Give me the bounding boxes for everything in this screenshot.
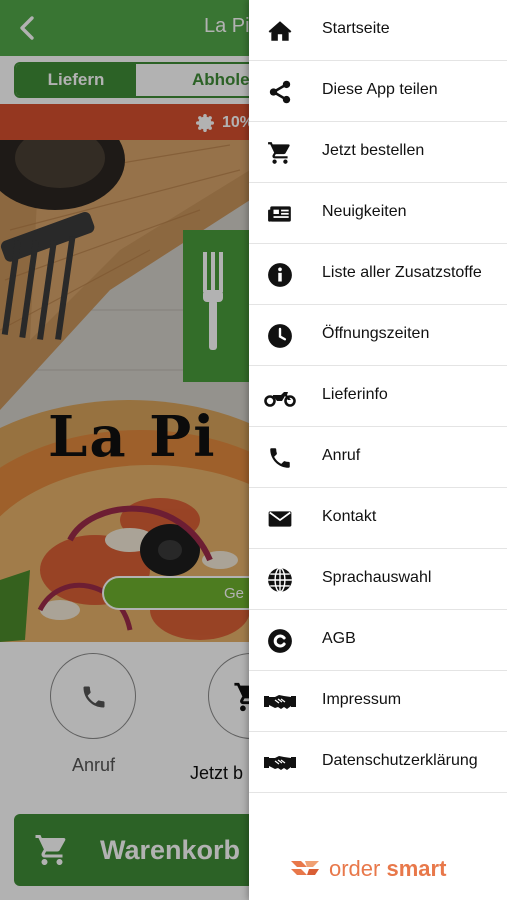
- side-drawer: Startseite Diese App teilen Jetzt bestel…: [249, 0, 507, 900]
- menu-label-privacy: Datenschutzerklärung: [322, 752, 478, 769]
- menu-item-contact[interactable]: Kontakt: [249, 488, 507, 549]
- share-icon: [267, 79, 293, 105]
- info-icon: [267, 262, 293, 288]
- ordersmart-logo-text: order smart: [329, 856, 446, 882]
- menu-item-news[interactable]: Neuigkeiten: [249, 183, 507, 244]
- menu-label-imprint: Impressum: [322, 691, 402, 708]
- menu-item-imprint[interactable]: Impressum: [249, 671, 507, 732]
- cart-icon: [267, 140, 293, 166]
- envelope-icon: [267, 506, 293, 532]
- handshake-icon: [264, 689, 296, 715]
- menu-item-startseite[interactable]: Startseite: [249, 0, 507, 61]
- menu-item-privacy[interactable]: Datenschutzerklärung: [249, 732, 507, 793]
- motorcycle-icon: [264, 384, 296, 410]
- menu-label-news: Neuigkeiten: [322, 203, 407, 220]
- menu-item-share-app[interactable]: Diese App teilen: [249, 61, 507, 122]
- menu-label-terms: AGB: [322, 630, 356, 647]
- menu-item-additives[interactable]: Liste aller Zusatzstoffe: [249, 244, 507, 305]
- phone-icon: [267, 445, 293, 471]
- menu-label-language: Sprachauswahl: [322, 569, 432, 586]
- menu-label-opening-hours: Öffnungszeiten: [322, 325, 430, 342]
- clock-icon: [267, 323, 293, 349]
- menu-label-order-now: Jetzt bestellen: [322, 142, 425, 159]
- menu-item-terms[interactable]: AGB: [249, 610, 507, 671]
- menu-label-call: Anruf: [322, 447, 361, 464]
- menu-label-share-app: Diese App teilen: [322, 81, 438, 98]
- copyright-icon: [267, 628, 293, 654]
- menu-item-order-now[interactable]: Jetzt bestellen: [249, 122, 507, 183]
- menu-item-opening-hours[interactable]: Öffnungszeiten: [249, 305, 507, 366]
- menu-item-call[interactable]: Anruf: [249, 427, 507, 488]
- menu-item-delivery-info[interactable]: Lieferinfo: [249, 366, 507, 427]
- home-icon: [267, 18, 293, 44]
- ordersmart-logo-icon: [291, 861, 319, 875]
- brand-part-1: order: [329, 856, 381, 881]
- menu-label-contact: Kontakt: [322, 508, 377, 525]
- globe-icon: [267, 567, 293, 593]
- brand-part-2: smart: [386, 856, 447, 881]
- menu-label-delivery-info: Lieferinfo: [322, 386, 388, 403]
- newspaper-icon: [267, 201, 293, 227]
- handshake-icon: [264, 750, 296, 776]
- menu-item-language[interactable]: Sprachauswahl: [249, 549, 507, 610]
- menu-label-startseite: Startseite: [322, 20, 390, 37]
- menu-label-additives: Liste aller Zusatzstoffe: [322, 264, 482, 281]
